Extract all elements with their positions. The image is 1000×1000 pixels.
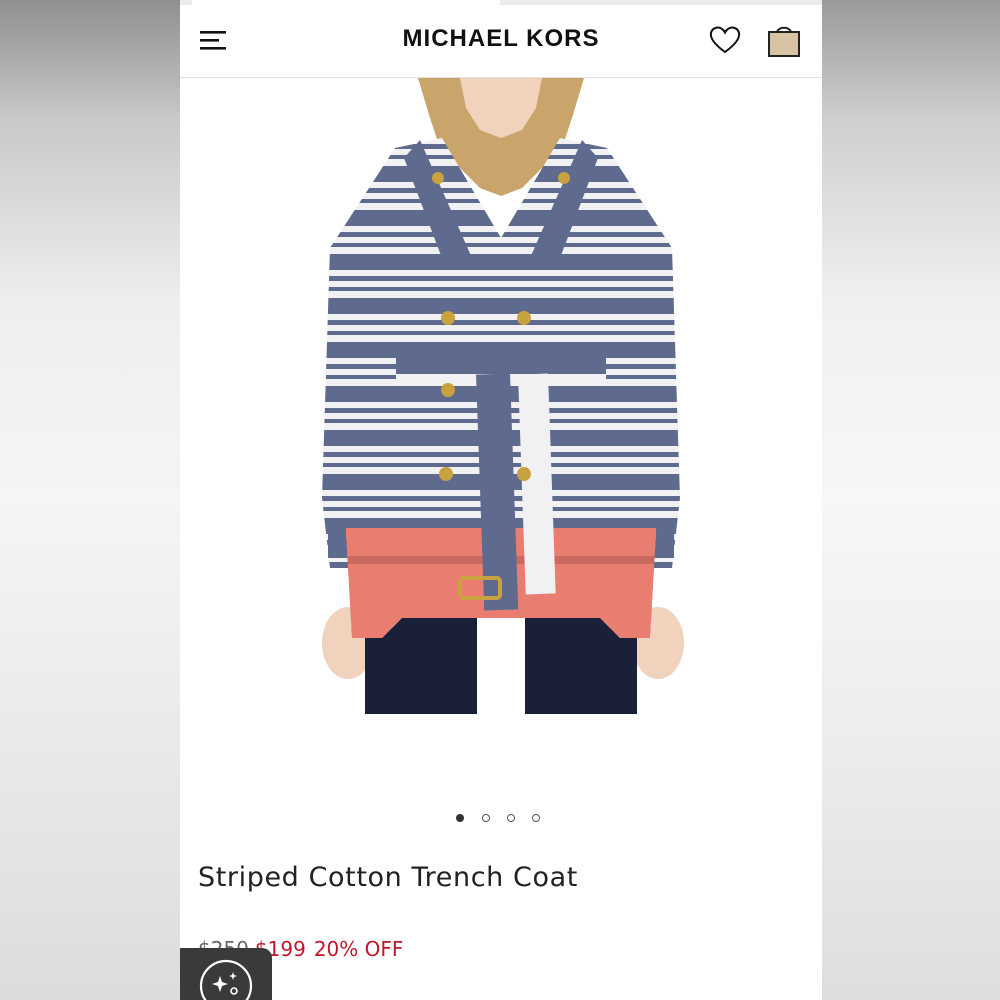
floating-action-button[interactable]: [180, 948, 272, 1000]
wishlist-button[interactable]: [708, 23, 742, 57]
background-right: [820, 0, 1000, 1000]
carousel-dot-3[interactable]: [507, 814, 515, 822]
sparkle-icon: [199, 959, 253, 1000]
carousel-dot-2[interactable]: [482, 814, 490, 822]
carousel-dot-4[interactable]: [532, 814, 540, 822]
carousel-dots: [450, 812, 560, 826]
discount-label: 20% OFF: [313, 937, 404, 961]
heart-icon: [709, 26, 741, 54]
product-title: Striped Cotton Trench Coat: [198, 862, 578, 893]
phone-screen: MICHAEL KORS Striped Cotton Trench Coat …: [180, 0, 822, 1000]
trench-coat-photo: [322, 78, 684, 714]
product-image[interactable]: [180, 78, 822, 778]
shopping-bag-button[interactable]: [766, 21, 802, 59]
carousel-dot-1[interactable]: [456, 814, 464, 822]
shopping-bag-icon: [768, 26, 800, 57]
background-left: [0, 0, 180, 1000]
site-header: MICHAEL KORS: [180, 5, 822, 78]
